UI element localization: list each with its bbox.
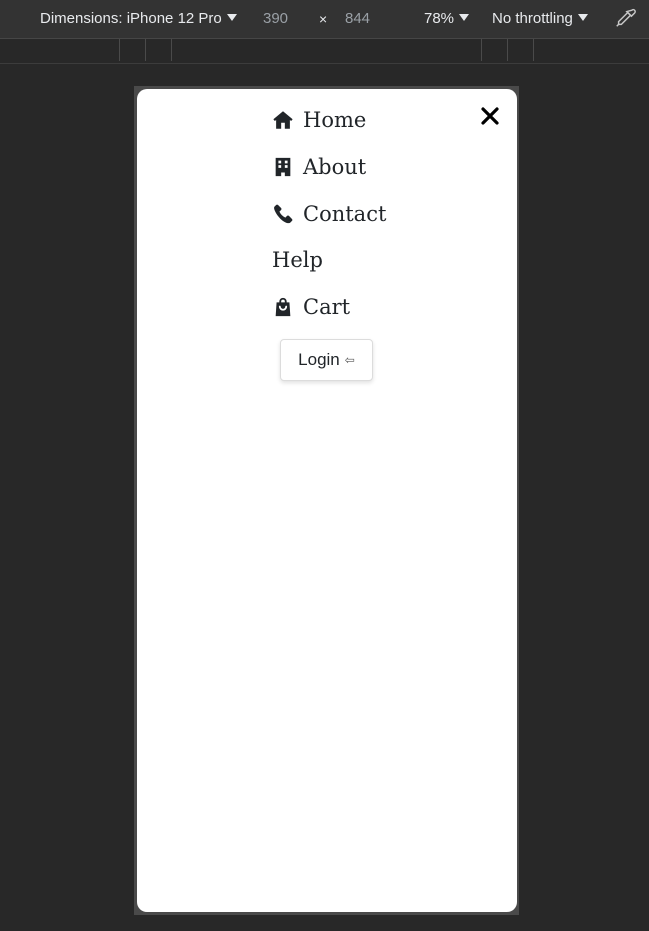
shopping-bag-icon: [272, 296, 294, 318]
zoom-label: 78%: [424, 10, 455, 27]
times-icon: ×: [319, 11, 328, 27]
chevron-down-icon: [226, 14, 237, 21]
nav-item-about[interactable]: About: [272, 149, 366, 185]
ruler-tick: [145, 39, 146, 61]
ruler-tick: [119, 39, 120, 61]
device-toolbar: Dimensions: iPhone 12 Pro 390 × 844 78% …: [0, 0, 649, 39]
ruler-tick: [171, 39, 172, 61]
chevron-down-icon: [459, 14, 470, 21]
arrow-left-icon: ⇦: [344, 353, 355, 367]
chevron-down-icon: [577, 14, 588, 21]
width-input[interactable]: 390: [263, 0, 288, 38]
height-input[interactable]: 844: [345, 0, 370, 38]
nav-item-home[interactable]: Home: [272, 102, 366, 138]
close-icon: [481, 107, 499, 125]
login-button[interactable]: Login ⇦: [280, 339, 373, 381]
close-menu-button[interactable]: [478, 104, 502, 128]
throttling-dropdown[interactable]: No throttling: [492, 0, 588, 38]
eyedropper-icon[interactable]: [614, 7, 636, 31]
phone-icon: [272, 203, 294, 225]
nav-item-label: Contact: [303, 202, 387, 226]
dimensions-label: Dimensions: iPhone 12 Pro: [40, 10, 222, 27]
nav-item-label: Home: [303, 108, 367, 132]
nav-item-cart[interactable]: Cart: [272, 289, 350, 325]
nav-item-help[interactable]: Help: [272, 242, 323, 278]
nav-item-contact[interactable]: Contact: [272, 196, 386, 232]
dimensions-dropdown[interactable]: Dimensions: iPhone 12 Pro: [40, 0, 237, 38]
home-icon: [272, 109, 294, 131]
nav-item-label: Help: [272, 248, 323, 272]
login-label: Login: [298, 350, 340, 369]
media-query-ruler: [0, 39, 649, 64]
ruler-tick: [507, 39, 508, 61]
nav-item-label: About: [303, 155, 367, 179]
building-icon: [272, 156, 294, 178]
nav-item-label: Cart: [303, 295, 351, 319]
throttling-label: No throttling: [492, 10, 573, 27]
ruler-tick: [481, 39, 482, 61]
ruler-tick: [533, 39, 534, 61]
zoom-dropdown[interactable]: 78%: [424, 0, 470, 38]
